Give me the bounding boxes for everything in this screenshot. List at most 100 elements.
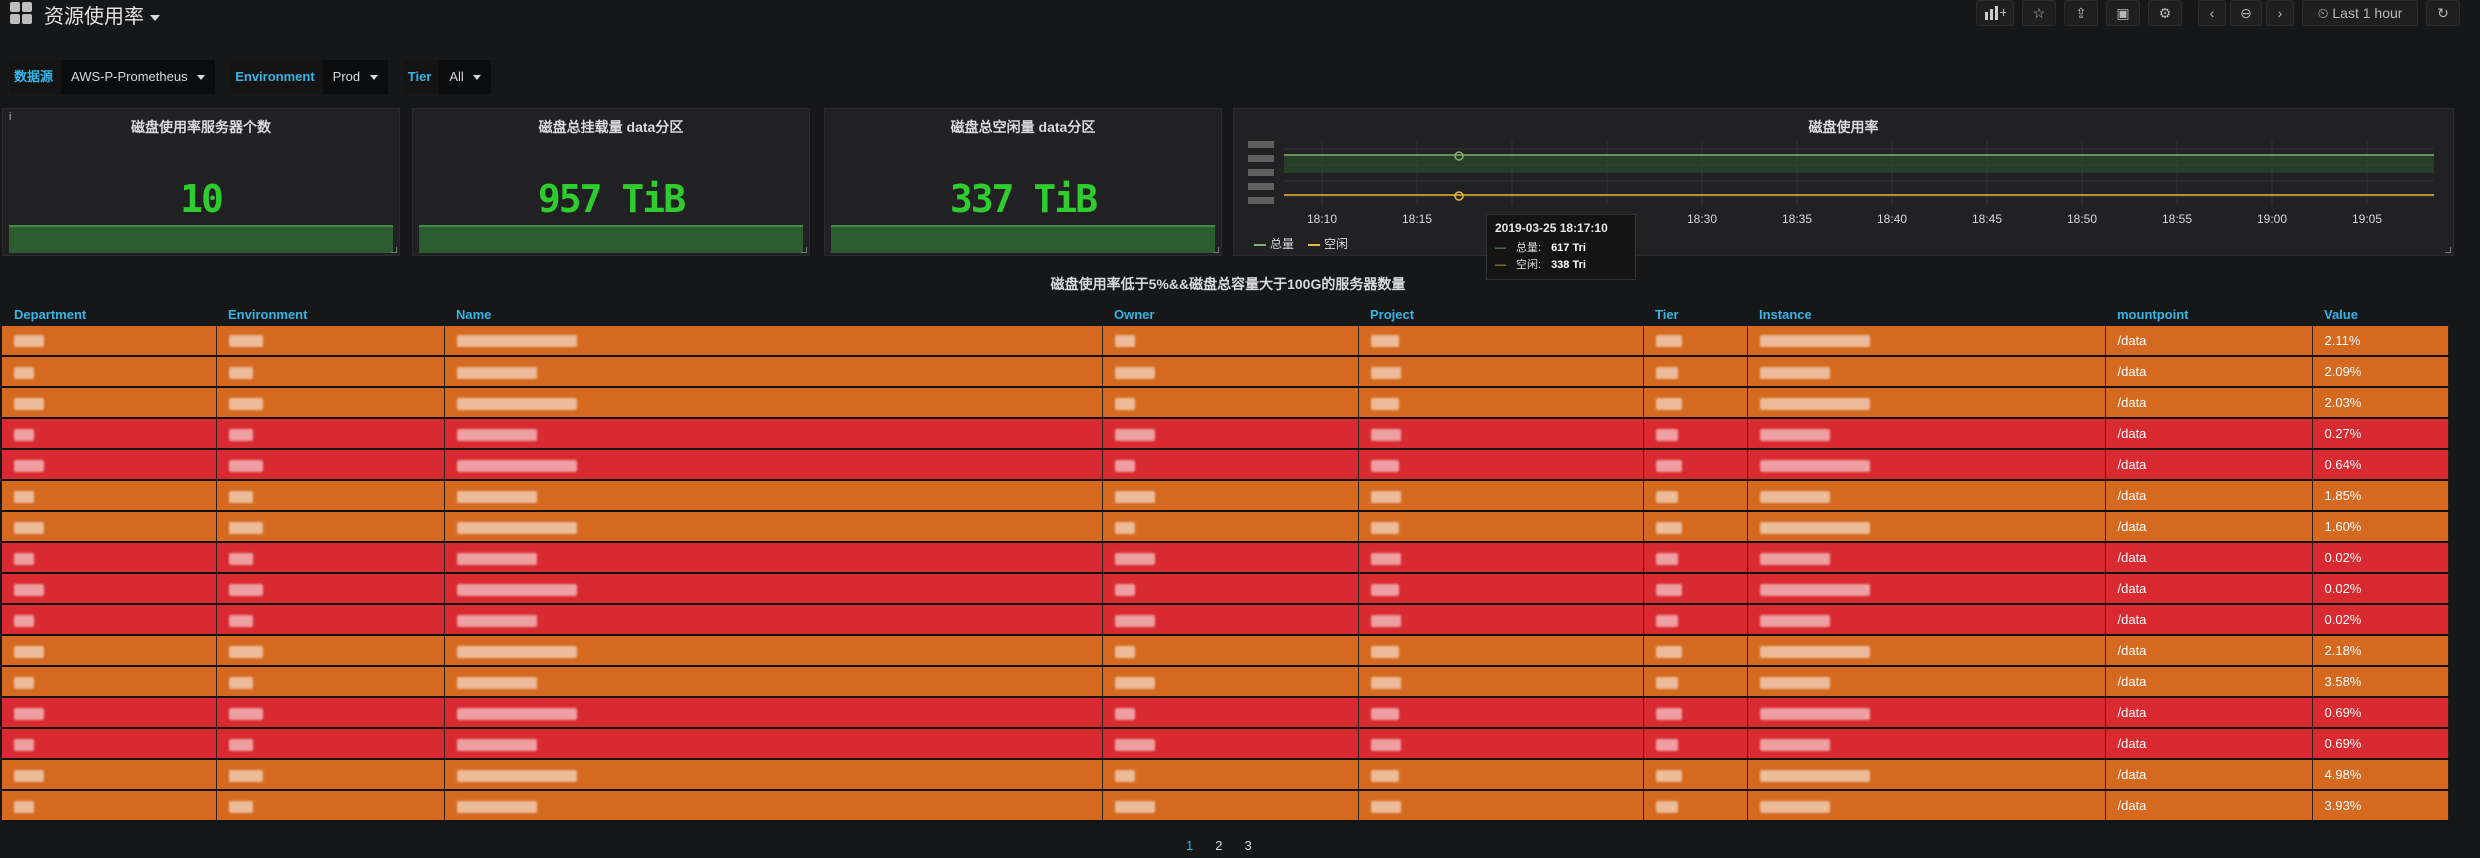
redacted-text [228,459,263,472]
table-cell-redacted [1747,789,2106,822]
redacted-text [14,769,44,782]
time-forward-button[interactable]: › [2266,0,2294,26]
dashboards-grid-icon[interactable] [10,2,32,24]
redacted-text [14,738,34,751]
share-button[interactable]: ⇪ [2064,0,2098,26]
star-icon: ☆ [2032,4,2046,21]
redacted-text [1655,490,1678,503]
redacted-text [1759,397,1870,410]
dashboard-title[interactable]: 资源使用率 [44,0,160,29]
table-cell-value: 3.58% [2312,665,2449,698]
stat-panel-server-count[interactable]: i 磁盘使用率服务器个数 10 [2,108,400,256]
table-cell-redacted [444,479,1103,512]
table-cell-value: 1.85% [2312,479,2449,512]
graph-panel-disk-usage[interactable]: 磁盘使用率 18:1018:1518:2018:2518:3018:3518:4… [1233,108,2454,256]
refresh-button[interactable]: ↻ [2426,0,2460,26]
table-row[interactable]: /data 2.09% [2,355,2449,388]
table-cell-redacted [1358,417,1644,450]
zoom-out-button[interactable]: ⊖ [2230,0,2262,26]
time-back-button[interactable]: ‹ [2198,0,2226,26]
table-cell-redacted [1102,355,1359,388]
variable-label-environment: Environment [231,60,323,94]
table-row[interactable]: /data 0.02% [2,572,2449,605]
redacted-text [1759,428,1830,441]
column-header-tier[interactable]: Tier [1643,304,1747,325]
table-row[interactable]: /data 3.93% [2,789,2449,822]
stat-value: 10 [180,177,224,221]
redacted-text [456,738,537,751]
table-cell-value: 2.03% [2312,386,2449,419]
legend-item-free[interactable]: 空闲 [1308,235,1348,252]
table-row[interactable]: /data 2.11% [2,324,2449,357]
table-row[interactable]: /data 2.03% [2,386,2449,419]
variable-select-datasource[interactable]: AWS-P-Prometheus [61,60,216,94]
redacted-text [1655,614,1678,627]
table-row[interactable]: /data 0.64% [2,448,2449,481]
table-cell-value: 0.02% [2312,572,2449,605]
resize-handle[interactable] [801,247,807,253]
column-header-mountpoint[interactable]: mountpoint [2105,304,2312,325]
info-icon[interactable]: i [9,111,11,123]
table-cell-redacted [444,324,1103,357]
table-row[interactable]: /data 4.98% [2,758,2449,791]
stat-panel-total-mounted[interactable]: 磁盘总挂载量 data分区 957 TiB [412,108,810,256]
column-header-project[interactable]: Project [1358,304,1643,325]
redacted-text [1370,738,1401,751]
redacted-text [14,521,44,534]
redacted-text [228,738,253,751]
column-header-environment[interactable]: Environment [216,304,444,325]
star-button[interactable]: ☆ [2022,0,2056,26]
resize-handle[interactable] [2445,247,2451,253]
table-cell-redacted [2,417,217,450]
table-cell-value: 0.69% [2312,696,2449,729]
table-cell-redacted [1358,789,1644,822]
column-header-department[interactable]: Department [2,304,216,325]
resize-handle[interactable] [391,247,397,253]
variable-label-tier: Tier [403,60,440,94]
table-row[interactable]: /data 0.27% [2,417,2449,450]
x-tick-label: 18:45 [1972,212,2002,226]
table-row[interactable]: /data 0.02% [2,541,2449,574]
table-cell-mountpoint: /data [2105,386,2313,419]
legend-item-total[interactable]: 总量 [1254,235,1294,252]
redacted-text [228,645,263,658]
x-tick-label: 18:55 [2162,212,2192,226]
table-row[interactable]: /data 3.58% [2,665,2449,698]
table-row[interactable]: /data 1.85% [2,479,2449,512]
table-cell-redacted [1358,479,1644,512]
table-row[interactable]: /data 0.69% [2,727,2449,760]
variable-value-environment: Prod [332,69,361,84]
table-cell-redacted [1643,634,1748,667]
disk-usage-graph[interactable]: 18:1018:1518:2018:2518:3018:3518:4018:45… [1234,109,2455,257]
table-cell-redacted [444,634,1103,667]
table-cell-redacted [216,727,445,760]
page-link-3[interactable]: 3 [1244,838,1251,853]
redacted-text [14,459,44,472]
column-header-value[interactable]: Value [2312,304,2448,325]
resize-handle[interactable] [1213,247,1219,253]
redacted-text [14,490,34,503]
add-panel-button[interactable]: + [1976,0,2014,26]
refresh-icon: ↻ [2437,4,2449,21]
table-row[interactable]: /data 0.02% [2,603,2449,636]
variable-value-datasource: AWS-P-Prometheus [71,69,188,84]
table-row[interactable]: /data 1.60% [2,510,2449,543]
settings-button[interactable]: ⚙ [2148,0,2182,26]
table-row[interactable]: /data 0.69% [2,696,2449,729]
table-cell-redacted [1643,510,1748,543]
page-link-2[interactable]: 2 [1215,838,1222,853]
table-cell-redacted [1102,789,1359,822]
time-picker[interactable]: ⏲ Last 1 hour [2302,0,2418,26]
table-row[interactable]: /data 2.18% [2,634,2449,667]
column-header-owner[interactable]: Owner [1102,304,1358,325]
variable-select-environment[interactable]: Prod [322,60,388,94]
save-button[interactable]: ▣ [2106,0,2140,26]
table-cell-mountpoint: /data [2105,603,2313,636]
table-cell-redacted [1102,324,1359,357]
page-link-1[interactable]: 1 [1186,838,1193,853]
stat-panel-total-free[interactable]: 磁盘总空闲量 data分区 337 TiB [824,108,1222,256]
redacted-text [228,614,253,627]
column-header-name[interactable]: Name [444,304,1102,325]
variable-select-tier[interactable]: All [439,60,492,94]
column-header-instance[interactable]: Instance [1747,304,2105,325]
